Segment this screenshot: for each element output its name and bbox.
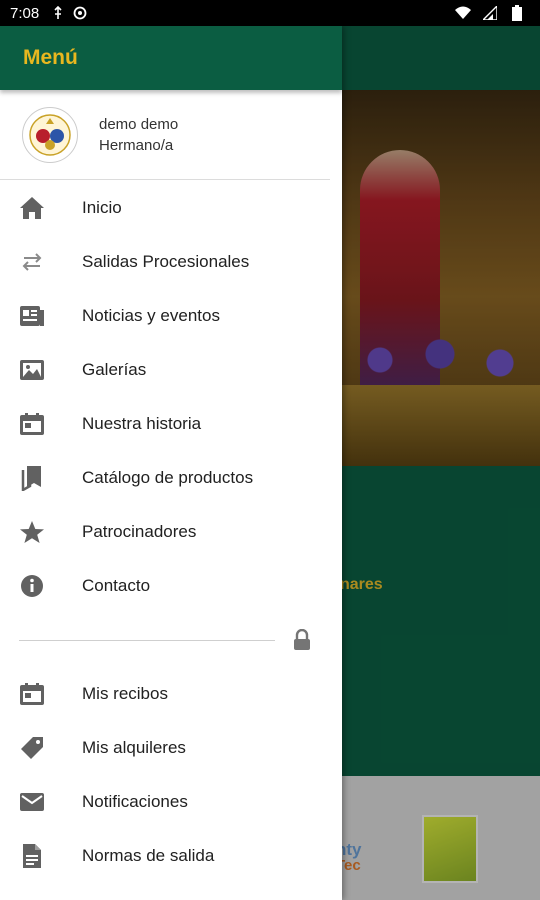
menu-item-inicio[interactable]: Inicio xyxy=(0,181,342,235)
menu-item-label: Galerías xyxy=(82,360,147,379)
newspaper-icon xyxy=(19,303,45,329)
user-profile[interactable]: demo demo Hermano/a xyxy=(0,90,330,180)
status-time: 7:08 xyxy=(10,4,40,22)
bookmarks-icon xyxy=(19,465,45,491)
menu-item-label: Inicio xyxy=(82,198,122,217)
status-bar: 7:08 xyxy=(0,0,540,26)
menu-item-galerias[interactable]: Galerías xyxy=(0,343,342,397)
menu-item-mis-recibos[interactable]: Mis recibos xyxy=(0,667,342,721)
swap-arrows-icon xyxy=(19,249,45,275)
menu-item-mis-alquileres[interactable]: Mis alquileres xyxy=(0,721,342,775)
battery-icon xyxy=(508,4,526,22)
wifi-icon xyxy=(454,4,472,22)
tag-icon xyxy=(19,735,45,761)
menu-item-nuestra-historia[interactable]: Nuestra historia xyxy=(0,397,342,451)
menu-item-label: Mis alquileres xyxy=(82,738,186,757)
menu-item-label: Mis recibos xyxy=(82,684,168,703)
menu-item-patrocinadores[interactable]: Patrocinadores xyxy=(0,505,342,559)
calendar-icon xyxy=(19,681,45,707)
profile-role: Hermano/a xyxy=(99,136,174,154)
info-icon xyxy=(19,573,45,599)
profile-name: demo demo xyxy=(99,115,179,133)
document-icon xyxy=(19,843,45,869)
signal-icon xyxy=(481,4,499,22)
menu-item-notificaciones[interactable]: Notificaciones xyxy=(0,775,342,829)
menu-item-catalogo[interactable]: Catálogo de productos xyxy=(0,451,342,505)
menu-item-label: Noticias y eventos xyxy=(82,306,220,325)
gallery-icon xyxy=(19,357,45,383)
menu-item-label: Contacto xyxy=(82,576,151,595)
menu-item-normas-de-salida[interactable]: Normas de salida xyxy=(0,829,342,883)
avatar xyxy=(22,106,78,163)
divider xyxy=(19,639,275,641)
calendar-icon xyxy=(19,411,45,437)
menu-item-label: Notificaciones xyxy=(82,792,188,811)
navigation-drawer: Menú demo demo Hermano/a Inicio Salidas … xyxy=(0,26,342,900)
menu-item-label: Salidas Procesionales xyxy=(82,252,250,271)
star-icon xyxy=(19,519,45,545)
brotherhood-emblem-icon xyxy=(29,113,71,156)
home-icon xyxy=(19,195,45,221)
menu-item-label: Normas de salida xyxy=(82,846,215,865)
private-section-divider xyxy=(0,613,342,667)
mail-icon xyxy=(19,789,45,815)
menu-item-label: Catálogo de productos xyxy=(82,468,254,487)
usb-icon xyxy=(49,4,67,22)
drawer-header: Menú xyxy=(0,26,342,90)
lock-icon xyxy=(293,628,313,651)
drawer-title: Menú xyxy=(23,46,78,69)
menu-item-label: Patrocinadores xyxy=(82,522,197,541)
menu-item-label: Nuestra historia xyxy=(82,414,202,433)
drawer-scrim[interactable] xyxy=(340,26,540,900)
menu-item-contacto[interactable]: Contacto xyxy=(0,559,342,613)
menu-item-noticias[interactable]: Noticias y eventos xyxy=(0,289,342,343)
sync-icon xyxy=(71,4,89,22)
menu-item-salidas-procesionales[interactable]: Salidas Procesionales xyxy=(0,235,342,289)
